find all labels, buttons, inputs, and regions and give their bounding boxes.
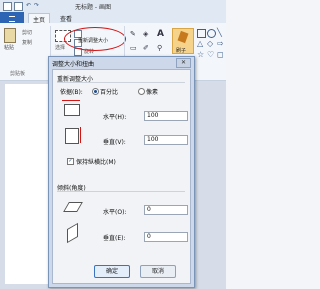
arrow-shape-icon[interactable]: ⇨ xyxy=(217,39,224,48)
section-divider xyxy=(57,82,185,83)
ok-button[interactable]: 确定 xyxy=(94,265,130,278)
color-picker-icon[interactable]: ✐ xyxy=(143,44,149,52)
diamond-shape-icon[interactable]: ◇ xyxy=(207,39,213,48)
cut-button[interactable]: 剪切 xyxy=(22,29,32,36)
file-menu-button[interactable] xyxy=(0,12,24,23)
select-button[interactable]: 选择 xyxy=(55,44,65,51)
text-tool-button[interactable]: A xyxy=(157,29,164,39)
copy-button[interactable]: 复制 xyxy=(22,39,32,46)
vertical-label: 垂直(V): xyxy=(103,139,126,146)
window-title: 无标题 - 画图 xyxy=(75,4,111,11)
app-icon xyxy=(3,2,12,11)
percent-radio[interactable] xyxy=(92,88,99,95)
line-shape-icon[interactable]: ╲ xyxy=(217,28,222,37)
resize-highlight-annotation xyxy=(64,27,126,51)
skew-vertical-input[interactable]: 0 xyxy=(144,232,188,242)
paste-icon[interactable] xyxy=(4,28,16,43)
vertical-arrow-icon xyxy=(80,127,83,143)
pixels-radio[interactable] xyxy=(138,88,145,95)
skew-horizontal-label: 水平(O): xyxy=(103,209,127,216)
basis-label: 依据(B): xyxy=(60,89,83,96)
brush-icon xyxy=(177,30,189,44)
triangle-shape-icon[interactable]: △ xyxy=(197,39,203,48)
rectangle-shape-icon[interactable] xyxy=(197,29,206,38)
eraser-icon[interactable]: ▭ xyxy=(130,44,137,52)
clipboard-group-label: 剪贴板 xyxy=(10,71,26,77)
pixels-label: 像素 xyxy=(146,89,159,96)
percent-label: 百分比 xyxy=(100,89,119,96)
skew-vertical-label: 垂直(E): xyxy=(103,235,126,242)
fill-icon[interactable]: ◈ xyxy=(143,30,148,38)
oval-shape-icon[interactable] xyxy=(207,29,216,38)
save-icon[interactable] xyxy=(14,2,23,11)
magnifier-icon[interactable]: ⚲ xyxy=(157,44,162,52)
paste-button-label[interactable]: 粘贴 xyxy=(4,44,14,51)
callout-shape-icon[interactable]: ◻ xyxy=(217,50,224,59)
keep-ratio-checkbox[interactable]: ✓ xyxy=(67,158,74,165)
skew-horizontal-input[interactable]: 0 xyxy=(144,205,188,215)
undo-icon[interactable]: ↶ xyxy=(26,2,31,9)
redo-icon[interactable]: ↷ xyxy=(34,2,39,9)
dialog-close-button[interactable]: ✕ xyxy=(176,58,191,68)
heart-shape-icon[interactable]: ♡ xyxy=(207,50,214,59)
keep-ratio-label: 保持纵横比(M) xyxy=(76,159,116,166)
horizontal-arrow-icon xyxy=(62,100,80,103)
vertical-resize-icon xyxy=(65,128,79,144)
vertical-input[interactable]: 100 xyxy=(144,135,188,145)
brush-label: 刷子 xyxy=(176,48,187,54)
horizontal-resize-icon xyxy=(64,104,80,116)
dialog-title: 调整大小和扭曲 xyxy=(52,61,95,68)
section-divider xyxy=(57,191,185,192)
horizontal-label: 水平(H): xyxy=(103,114,127,121)
horizontal-input[interactable]: 100 xyxy=(144,111,188,121)
star-shape-icon[interactable]: ☆ xyxy=(197,50,204,59)
pencil-icon[interactable]: ✎ xyxy=(130,30,136,38)
cancel-button[interactable]: 取消 xyxy=(140,265,176,278)
